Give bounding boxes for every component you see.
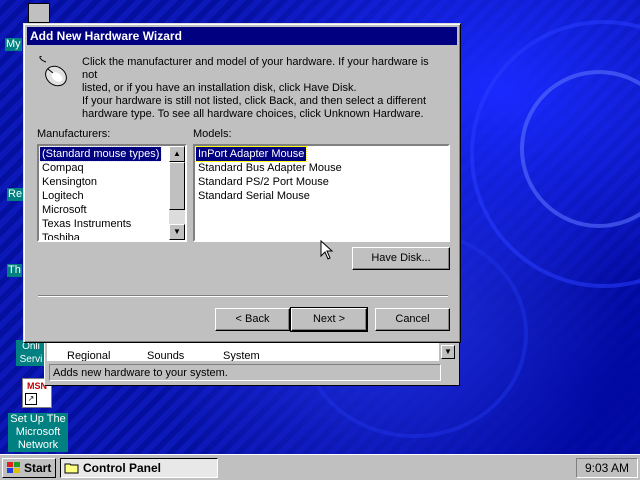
desktop-icon-label[interactable]: My	[5, 38, 22, 51]
scroll-up-button[interactable]: ▲	[169, 146, 185, 162]
help-text-line: If your hardware is still not listed, cl…	[82, 95, 427, 107]
system-icon-label[interactable]: System	[223, 350, 260, 361]
list-item[interactable]: Standard Serial Mouse	[196, 189, 344, 203]
scroll-thumb[interactable]	[169, 162, 185, 210]
clock: 9:03 AM	[576, 458, 638, 478]
sounds-icon-label[interactable]: Sounds	[147, 350, 184, 361]
list-item[interactable]: Texas Instruments	[40, 217, 161, 231]
regional-settings-icon-label[interactable]: Regional	[67, 350, 110, 361]
manufacturers-list-items: (Standard mouse types) Compaq Kensington…	[39, 146, 163, 240]
status-bar: Adds new hardware to your system.	[49, 364, 441, 381]
back-button[interactable]: < Back	[215, 308, 290, 331]
task-label: Control Panel	[83, 461, 162, 475]
intro-text-line: listed, or if you have an installation d…	[82, 82, 357, 94]
add-new-hardware-wizard-dialog: Add New Hardware Wizard Click the manufa…	[23, 23, 461, 343]
windows-logo-icon	[7, 462, 20, 473]
list-item[interactable]: Kensington	[40, 175, 161, 189]
list-item[interactable]: Standard PS/2 Port Mouse	[196, 175, 344, 189]
desktop-icon-label[interactable]: Re	[7, 188, 24, 201]
manufacturers-scrollbar[interactable]: ▲ ▼	[169, 146, 185, 240]
desktop-icon-label[interactable]: Onli Servi	[16, 340, 46, 366]
icon-label-line: Set Up The	[10, 413, 66, 425]
list-item[interactable]: Standard Bus Adapter Mouse	[196, 161, 344, 175]
next-button[interactable]: Next >	[290, 307, 368, 332]
list-item[interactable]: Compaq	[40, 161, 161, 175]
cancel-button[interactable]: Cancel	[375, 308, 450, 331]
taskbar-control-panel-button[interactable]: Control Panel	[60, 458, 218, 478]
list-item-selected[interactable]: (Standard mouse types)	[39, 146, 163, 162]
dialog-title[interactable]: Add New Hardware Wizard	[27, 27, 457, 45]
desktop-icon-label[interactable]: Th	[7, 264, 22, 277]
taskbar: Start Control Panel 9:03 AM	[0, 454, 640, 480]
manufacturers-label: Manufacturers:	[37, 128, 111, 140]
help-text-line: hardware type. To see all hardware choic…	[82, 108, 424, 120]
icon-label-line: Network	[17, 439, 59, 451]
scroll-down-button[interactable]: ▼	[441, 345, 455, 359]
models-list-items: InPort Adapter Mouse Standard Bus Adapte…	[195, 146, 344, 203]
my-computer-icon[interactable]	[28, 3, 50, 23]
icon-label-line: Microsoft	[15, 426, 61, 438]
dialog-separator	[38, 295, 448, 297]
shortcut-arrow-icon: ↗	[25, 393, 37, 405]
intro-text-line: Click the manufacturer and model of your…	[82, 56, 429, 81]
desktop-icon-label-msn[interactable]: Set Up The Microsoft Network	[8, 413, 68, 452]
mouse-cursor-icon	[320, 240, 334, 260]
list-item[interactable]: Microsoft	[40, 203, 161, 217]
list-item[interactable]: Toshiba	[40, 231, 161, 240]
have-disk-button[interactable]: Have Disk...	[352, 247, 450, 270]
scroll-down-button[interactable]: ▼	[169, 224, 185, 240]
folder-icon	[64, 463, 79, 474]
intro-text: Click the manufacturer and model of your…	[82, 56, 442, 95]
models-listbox[interactable]: InPort Adapter Mouse Standard Bus Adapte…	[193, 144, 450, 242]
list-item-selected[interactable]: InPort Adapter Mouse	[195, 146, 308, 162]
help-text: If your hardware is still not listed, cl…	[82, 95, 442, 121]
control-panel-window: Regional Sounds System ▼ Adds new hardwa…	[44, 336, 460, 386]
start-label: Start	[24, 461, 52, 475]
list-item[interactable]: Logitech	[40, 189, 161, 203]
start-button[interactable]: Start	[2, 458, 56, 478]
mouse-icon	[39, 56, 67, 87]
manufacturers-listbox[interactable]: (Standard mouse types) Compaq Kensington…	[37, 144, 187, 242]
models-label: Models:	[193, 128, 232, 140]
